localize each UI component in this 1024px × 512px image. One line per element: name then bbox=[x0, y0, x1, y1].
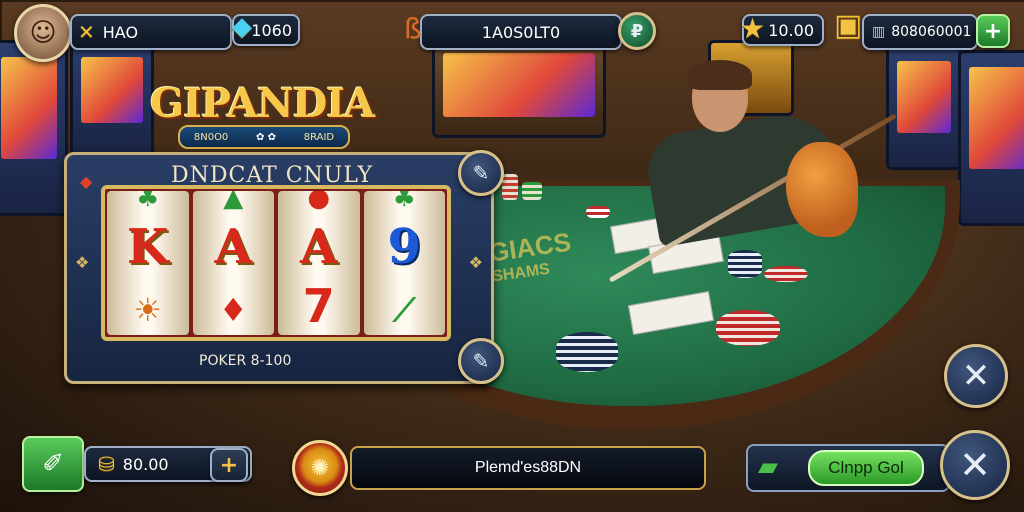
spin-coin-button[interactable]: ✺ bbox=[292, 440, 348, 496]
star-counter[interactable]: ★ 10.00 bbox=[740, 12, 824, 46]
reel-symbol-main: K bbox=[126, 219, 169, 275]
close-icon: ✕ bbox=[959, 443, 991, 487]
logo-band-text: 8N0O0 bbox=[193, 131, 229, 143]
game-logo: GIPANDIA 8N0O0 ✿ ✿ 8RAID bbox=[150, 70, 375, 150]
bet-amount: 80.00 bbox=[122, 454, 169, 474]
ornament-icon: ❖ bbox=[75, 253, 90, 272]
plus-icon: + bbox=[983, 18, 1003, 44]
star-icon: ★ bbox=[740, 12, 766, 45]
logo-text: GIPANDIA bbox=[150, 80, 375, 127]
avatar[interactable]: ☺ bbox=[14, 4, 72, 62]
gem-ornament-icon: ◆ bbox=[80, 172, 93, 191]
chip-stack bbox=[502, 174, 518, 200]
plus-icon: + bbox=[219, 452, 239, 478]
arcade-machine-right-2 bbox=[886, 44, 962, 170]
reel: ♣ 9 ⟋ bbox=[363, 191, 445, 335]
reel-symbol-main: A bbox=[214, 219, 252, 275]
reel-symbol-main: 9 bbox=[387, 219, 421, 275]
claim-panel: ▰ Clnpp Gol bbox=[746, 444, 950, 492]
gem-count: 1060 bbox=[251, 20, 292, 40]
reel-symbol-bottom: ⟋ bbox=[393, 291, 416, 329]
arcade-machine-center bbox=[432, 40, 606, 138]
coin-icon: ✺ bbox=[310, 455, 330, 481]
player-name: HAO bbox=[102, 22, 139, 42]
tools-icon: ✕ bbox=[78, 20, 95, 44]
chip-stack-icon: ⛁ bbox=[98, 452, 115, 476]
increase-bet-button[interactable]: + bbox=[210, 448, 248, 482]
slot-reels: ♣ K ☀ ▲ A ♦ ● A 7 ♣ 9 ⟋ bbox=[101, 185, 451, 341]
close-button[interactable]: ✕ bbox=[944, 344, 1008, 408]
chip-stack-icon: ▥ bbox=[872, 24, 886, 40]
money-icon: ▰ bbox=[758, 452, 778, 482]
claim-button[interactable]: Clnpp Gol bbox=[808, 450, 924, 486]
chip-balance: 808060001 bbox=[891, 24, 972, 40]
slot-edit-button-bottom[interactable]: ✎ bbox=[458, 338, 504, 384]
reel-symbol-top: ● bbox=[307, 191, 331, 213]
reel-symbol-bottom: 7 bbox=[302, 279, 335, 333]
reel: ● A 7 bbox=[278, 191, 360, 335]
key-icon: ß bbox=[404, 12, 422, 45]
gem-icon: ◆ bbox=[232, 12, 252, 42]
chip-stack bbox=[716, 310, 780, 346]
close-icon: ✕ bbox=[961, 356, 991, 396]
chip-balance-bar: ▥ 808060001 bbox=[862, 14, 978, 50]
logo-band-right: 8RAID bbox=[303, 131, 335, 143]
flower-icon: ✿ ✿ bbox=[256, 131, 276, 143]
reel-symbol-bottom: ♦ bbox=[218, 291, 248, 329]
cash-button[interactable]: ₽ bbox=[618, 12, 656, 50]
slot-bet-label: POKER 8-100 bbox=[199, 353, 292, 369]
chip-stack bbox=[764, 266, 808, 282]
message-text: Plemd'es88DN bbox=[474, 459, 582, 476]
chip-stack bbox=[586, 206, 610, 218]
wand-icon: ✐ bbox=[42, 449, 64, 479]
chip-stack bbox=[522, 182, 542, 200]
message-bar: Plemd'es88DN bbox=[350, 446, 706, 490]
edit-icon: ✎ bbox=[472, 161, 490, 185]
edit-icon: ✎ bbox=[472, 349, 490, 373]
center-balance-bar: ß 1A0S0LT0 bbox=[404, 12, 622, 50]
chip-stack bbox=[556, 332, 618, 372]
slot-machine-panel: DNDCAT CNULY ❖ ❖ ♣ K ☀ ▲ A ♦ ● A 7 ♣ 9 ⟋… bbox=[64, 152, 494, 384]
reel-symbol-top: ▲ bbox=[223, 191, 244, 213]
reel-symbol-bottom: ☀ bbox=[133, 291, 163, 329]
arcade-machine-left-2 bbox=[70, 40, 154, 156]
claim-label: Clnpp Gol bbox=[828, 458, 904, 477]
reel: ♣ K ☀ bbox=[107, 191, 189, 335]
arcade-machine-left bbox=[0, 40, 68, 216]
close-bottom-button[interactable]: ✕ bbox=[940, 430, 1010, 500]
reel-symbol-top: ♣ bbox=[136, 191, 160, 213]
chest-icon[interactable]: ▣ bbox=[834, 8, 862, 43]
reel: ▲ A ♦ bbox=[192, 191, 274, 335]
arcade-machine-far-right bbox=[958, 50, 1024, 226]
reel-symbol-top: ♣ bbox=[392, 191, 416, 213]
logo-band: 8N0O0 ✿ ✿ 8RAID bbox=[178, 125, 350, 149]
wand-button[interactable]: ✐ bbox=[22, 436, 84, 492]
star-count: 10.00 bbox=[768, 20, 814, 40]
gem-counter[interactable]: ◆ 1060 bbox=[232, 12, 300, 46]
ornament-icon: ❖ bbox=[468, 253, 483, 272]
player-name-bar: ✕ HAO bbox=[70, 14, 232, 50]
cash-icon: ₽ bbox=[630, 20, 644, 42]
avatar-face-icon: ☺ bbox=[29, 18, 57, 48]
reel-symbol-main: A bbox=[300, 219, 338, 275]
add-chips-button[interactable]: + bbox=[976, 14, 1010, 48]
slot-edit-button-top[interactable]: ✎ bbox=[458, 150, 504, 196]
center-balance: 1A0S0LT0 bbox=[481, 22, 561, 42]
